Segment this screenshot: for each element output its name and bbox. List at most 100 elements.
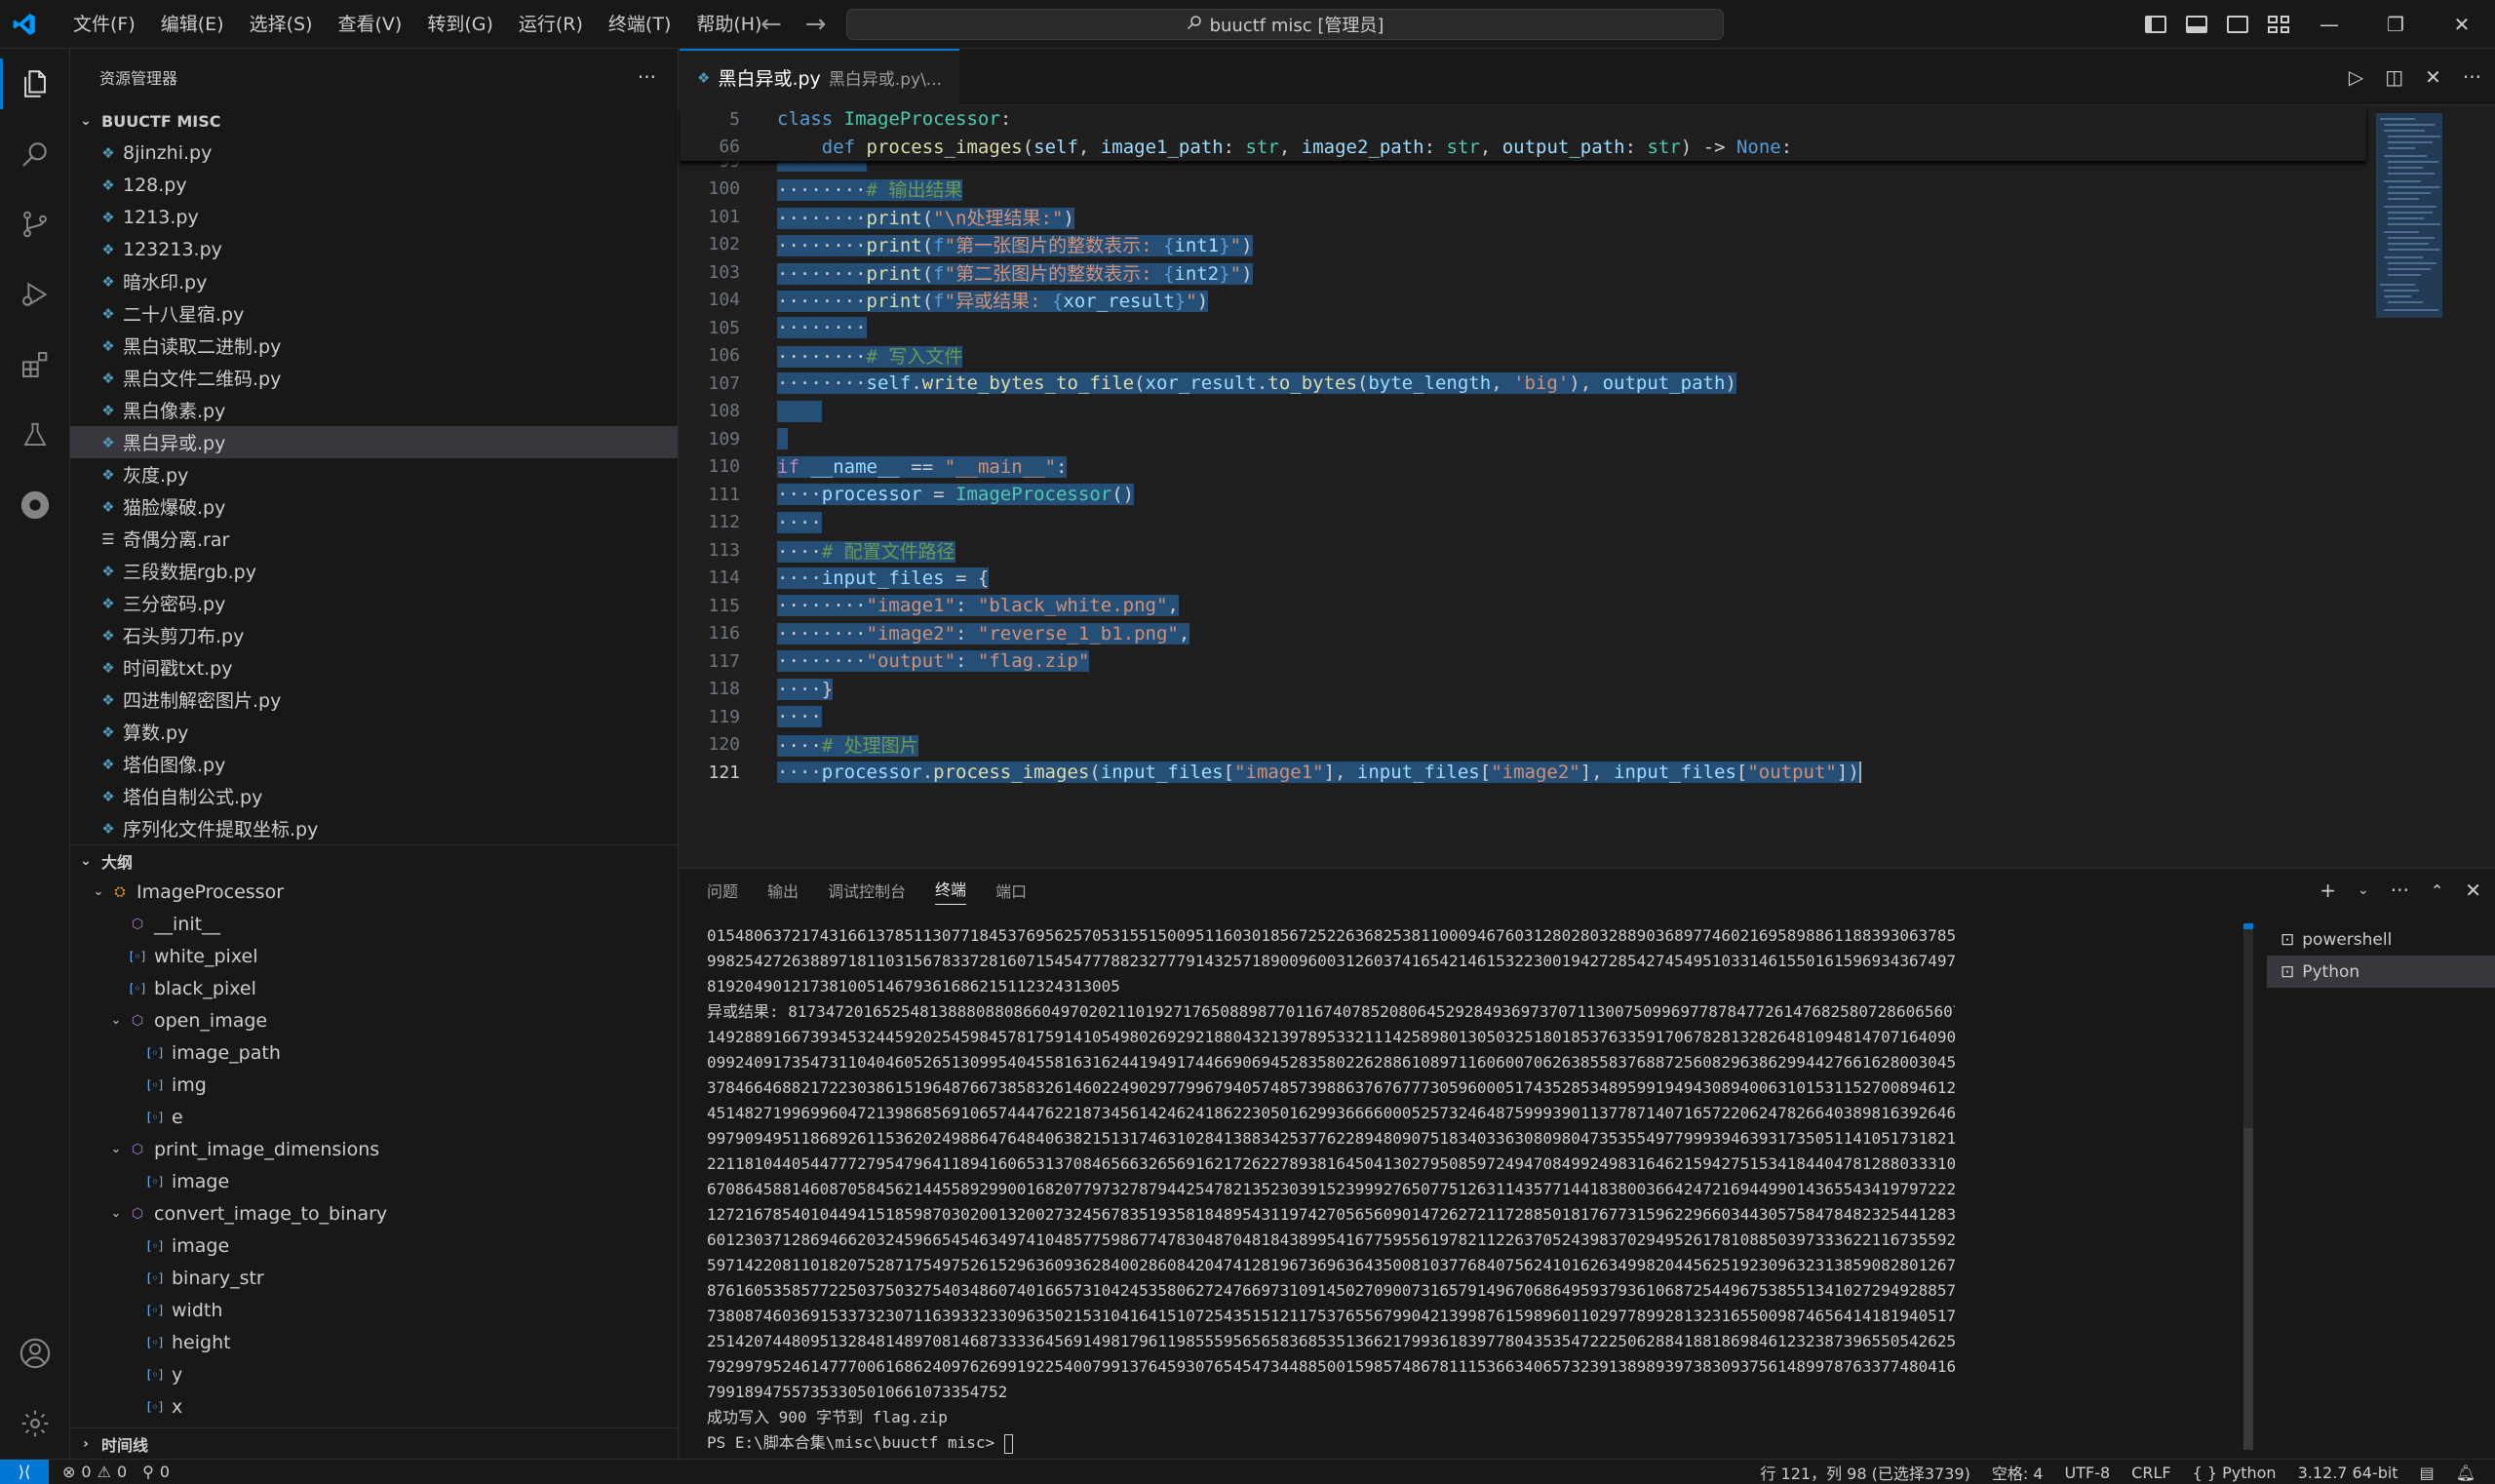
outline-item[interactable]: [◦] x [70, 1390, 678, 1423]
code-line[interactable]: 111 ····processor = ImageProcessor() [680, 481, 2366, 509]
problems-status[interactable]: ⊗ 0 ⚠ 0 [62, 1463, 127, 1481]
encoding[interactable]: UTF-8 [2065, 1464, 2111, 1482]
menu-item[interactable]: 编辑(E) [148, 0, 237, 49]
new-terminal-icon[interactable]: + [2320, 879, 2336, 902]
command-center-search[interactable]: buuctf misc [管理员] [846, 9, 1724, 40]
customize-layout-icon[interactable] [2268, 16, 2289, 33]
menu-item[interactable]: 查看(V) [326, 0, 415, 49]
file-tree-item[interactable]: ❖ 128.py [70, 169, 678, 201]
explorer-icon[interactable] [0, 49, 70, 119]
outline-section-header[interactable]: ⌄ 大纲 [70, 844, 678, 876]
toggle-primary-sidebar-icon[interactable] [2145, 16, 2166, 33]
outline-item[interactable]: [◦] white_pixel [70, 940, 678, 972]
code-line[interactable]: 108 [680, 398, 2366, 426]
outline-item[interactable]: [◦] y [70, 1358, 678, 1390]
file-tree-item[interactable]: ❖ 暗水印.py [70, 265, 678, 297]
terminal-output[interactable]: 0154806372174316613785113077184537695625… [707, 923, 1955, 1456]
code-editor[interactable]: 5 class ImageProcessor: 66 def process_ima… [680, 105, 2495, 868]
code-line[interactable]: 121 ····processor.process_images(input_fi… [680, 759, 2366, 787]
outline-item[interactable]: [◦] image [70, 1165, 678, 1197]
indentation[interactable]: 空格: 4 [1992, 1461, 2044, 1484]
more-actions-icon[interactable]: ··· [2463, 65, 2481, 89]
back-arrow-icon[interactable]: ← [760, 10, 782, 39]
code-line[interactable]: 118 ····} [680, 676, 2366, 704]
toggle-panel-icon[interactable] [2186, 16, 2207, 33]
editor-vertical-scrollbar[interactable] [2481, 105, 2495, 868]
feedback-icon[interactable]: ▤ [2420, 1464, 2435, 1482]
file-tree-item[interactable]: ❖ 123213.py [70, 233, 678, 265]
file-tree-item[interactable]: ❖ 黑白异或.py [70, 426, 678, 458]
accounts-icon[interactable] [0, 1318, 70, 1388]
code-line[interactable]: 119 ···· [680, 703, 2366, 731]
outline-item[interactable]: [◦] width [70, 1294, 678, 1326]
outline-item[interactable]: [◦] img [70, 1069, 678, 1101]
close-window-icon[interactable]: ✕ [2429, 0, 2495, 49]
file-tree-item[interactable]: ❖ 黑白文件二维码.py [70, 362, 678, 394]
outline-item[interactable]: [◦] image_path [70, 1036, 678, 1069]
outline-item[interactable]: ⌄ ⬡ convert_image_to_binary [70, 1197, 678, 1230]
code-line[interactable]: 105 ········ [680, 314, 2366, 342]
cursor-position[interactable]: 行 121，列 98 (已选择3739) [1760, 1461, 1969, 1484]
terminal-dropdown-icon[interactable]: ⌄ [2358, 882, 2369, 898]
code-line[interactable]: 112 ···· [680, 509, 2366, 537]
code-line[interactable]: 115 ········"image1": "black_white.png", [680, 592, 2366, 620]
panel-tab[interactable]: 终端 [935, 877, 967, 905]
panel-tab[interactable]: 问题 [707, 879, 738, 902]
minimize-icon[interactable]: — [2296, 0, 2362, 49]
file-tree-item[interactable]: ❖ 1213.py [70, 201, 678, 233]
panel-tab[interactable]: 输出 [767, 879, 799, 902]
file-tree-item[interactable]: ❖ 二十八星宿.py [70, 297, 678, 330]
editor-tab-active[interactable]: ❖ 黑白异或.py 黑白异或.py\... [680, 48, 960, 105]
code-line[interactable]: 102 ········print(f"第一张图片的整数表示: {int1}") [680, 231, 2366, 259]
file-tree-item[interactable]: ❖ 序列化文件提取坐标.py [70, 812, 678, 844]
code-line[interactable]: 116 ········"image2": "reverse_1_b1.png", [680, 620, 2366, 648]
sticky-scroll-header[interactable]: 5 class ImageProcessor: 66 def process_ima… [680, 105, 2366, 161]
file-tree-item[interactable]: ❖ 算数.py [70, 716, 678, 748]
file-tree-item[interactable]: ❖ 塔伯图像.py [70, 748, 678, 780]
code-line[interactable]: 101 ········print("\n处理结果:") [680, 203, 2366, 231]
code-line[interactable]: 113 ····# 配置文件路径 [680, 536, 2366, 565]
terminal-instance[interactable]: ⊡ powershell [2267, 923, 2495, 956]
timeline-section-header[interactable]: › 时间线 [70, 1427, 678, 1459]
extensions-icon[interactable] [0, 330, 70, 400]
minimap[interactable] [2376, 113, 2485, 347]
code-line[interactable]: 120 ····# 处理图片 [680, 731, 2366, 760]
outline-item[interactable]: ⌄ ⬡ print_image_dimensions [70, 1133, 678, 1165]
code-line[interactable]: 107 ········self.write_bytes_to_file(xor_… [680, 370, 2366, 398]
folder-section-header[interactable]: ⌄ BUUCTF MISC [70, 105, 678, 137]
end-of-line[interactable]: CRLF [2131, 1464, 2170, 1482]
menu-item[interactable]: 选择(S) [237, 0, 326, 49]
maximize-panel-icon[interactable]: ⌃ [2431, 881, 2443, 900]
restore-icon[interactable]: ❐ [2362, 0, 2429, 49]
file-tree-item[interactable]: ❖ 时间戳txt.py [70, 651, 678, 683]
run-debug-icon[interactable] [0, 259, 70, 330]
outline-item[interactable]: ⬡ __init__ [70, 908, 678, 940]
code-line[interactable]: 5 class ImageProcessor: [680, 105, 2366, 134]
menu-item[interactable]: 转到(G) [414, 0, 506, 49]
toggle-secondary-sidebar-icon[interactable] [2227, 16, 2248, 33]
language-mode[interactable]: { } Python [2193, 1464, 2277, 1482]
file-tree-item[interactable]: ❖ 四进制解密图片.py [70, 683, 678, 716]
ports-status[interactable]: ⚲ 0 [142, 1463, 170, 1481]
panel-tab[interactable]: 调试控制台 [828, 879, 906, 902]
run-python-file-icon[interactable]: ▷ [2349, 65, 2363, 89]
code-line[interactable]: 110 if __name__ == "__main__": [680, 453, 2366, 482]
code-line[interactable]: 114 ····input_files = { [680, 565, 2366, 593]
settings-gear-icon[interactable] [0, 1388, 70, 1459]
close-panel-icon[interactable]: ✕ [2465, 879, 2481, 902]
terminal-instance[interactable]: ⊡ Python [2267, 956, 2495, 988]
search-view-icon[interactable] [0, 119, 70, 189]
file-tree-item[interactable]: ❖ 8jinzhi.py [70, 137, 678, 169]
file-tree-item[interactable]: ❖ 石头剪刀布.py [70, 619, 678, 651]
notifications-bell-icon[interactable]: 🔔︎ [2456, 1464, 2476, 1482]
panel-more-icon[interactable]: ··· [2391, 879, 2409, 902]
remote-explorer-icon[interactable] [0, 470, 70, 540]
outline-item[interactable]: [◦] binary_str [70, 1262, 678, 1294]
outline-item[interactable]: [◦] black_pixel [70, 972, 678, 1004]
file-tree-item[interactable]: ☰ 奇偶分离.rar [70, 523, 678, 555]
code-line[interactable]: 117 ········"output": "flag.zip" [680, 647, 2366, 676]
forward-arrow-icon[interactable]: → [805, 10, 827, 39]
code-line[interactable]: 66 def process_images(self, image1_path:… [680, 134, 2366, 162]
menu-item[interactable]: 终端(T) [596, 0, 683, 49]
file-tree-item[interactable]: ❖ 猫脸爆破.py [70, 490, 678, 523]
